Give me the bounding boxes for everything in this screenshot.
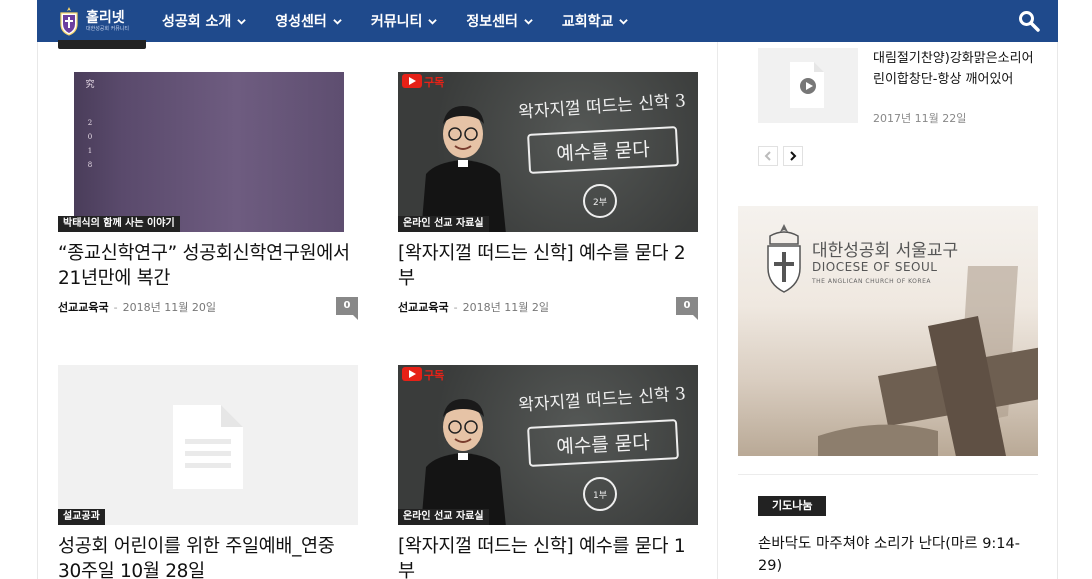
chalk-banner: 예수를 묻다 [527,419,679,467]
banner-title-korean: 대한성공회 서울교구 [812,241,959,261]
menu-item-label: 커뮤니티 [370,14,423,30]
chevron-down-icon [237,18,247,25]
sidebar-divider [738,474,1038,475]
meta-separator: - [113,300,118,314]
youtube-icon [402,74,422,88]
logo-name: 홀리넷 [86,9,125,26]
logo-subtitle: 대한성공회 커뮤니티 [86,25,129,32]
menu-item-about[interactable]: 성공회 소개 [162,0,259,42]
menu-item-label: 정보센터 [466,14,518,30]
post-date: 2018년 11월 20일 [122,301,216,314]
comment-count[interactable]: 0 [336,297,358,320]
category-badge[interactable]: 박태식의 함께 사는 이야기 [58,216,180,232]
play-icon [798,76,818,96]
book-cover-image [74,72,344,232]
post-author[interactable]: 선교교육국 [58,299,109,315]
content-sidebar-divider [717,42,718,579]
chevron-down-icon [428,18,438,25]
menu-item-label: 교회학교 [561,14,614,30]
church-shield-icon [60,7,78,36]
youtube-subscribe-label: 구독 [424,369,445,382]
prayer-post-title[interactable]: 손바닥도 마주쳐야 소리가 난다(마르 9:14-29) [758,533,1028,577]
page-edge-right [1057,42,1058,579]
menu-item-label: 영성센터 [275,14,327,30]
post-card: 설교공과 성공회 어린이를 위한 주일예배_연중 30주일 10월 28일 [58,365,358,579]
sidebar-recent-post: 대림절기찬양)강화맑은소리어린이합창단-항상 깨어있어 2017년 11월 22… [758,48,1038,128]
comment-count[interactable]: 0 [676,297,698,320]
book-spine-text: 究 2 0 1 8 [85,80,95,169]
category-badge[interactable]: 온라인 선교 자료실 [398,216,489,232]
post-author[interactable]: 선교교육국 [398,299,449,315]
next-page-button[interactable] [783,146,803,166]
chevron-down-icon [619,18,629,25]
post-meta: 선교교육국 - 2018년 11월 20일 0 [58,297,358,320]
top-navbar: 홀리넷 대한성공회 커뮤니티 성공회 소개 영성센터 커뮤니티 정보센터 교회학… [37,0,1058,42]
category-badge[interactable]: 온라인 선교 자료실 [398,509,489,525]
menu-item-label: 성공회 소개 [162,14,232,30]
sidebar-pager [758,146,808,166]
post-thumbnail[interactable]: 구독 왁자지껄 떠드는 신학 3 예수를 묻다 2부 온라인 선교 자료실 [398,72,698,232]
prev-page-button[interactable] [758,146,778,166]
chevron-left-icon [764,151,771,161]
post-meta: 선교교육국 - 2018년 11월 2일 0 [398,297,698,320]
menu-item-community[interactable]: 커뮤니티 [371,0,451,42]
meta-separator: - [453,300,458,314]
banner-title-english: DIOCESE OF SEOUL [812,260,938,274]
post-thumbnail[interactable]: 구독 왁자지껄 떠드는 신학 3 예수를 묻다 1부 온라인 선교 자료실 [398,365,698,525]
chalk-banner: 예수를 묻다 [527,126,679,174]
post-date: 2018년 11월 2일 [462,301,549,314]
presenter-image [421,106,506,232]
post-title[interactable]: [왁자지껄 떠드는 신학] 예수를 묻다 1부 [398,534,698,579]
post-title[interactable]: [왁자지껄 떠드는 신학] 예수를 묻다 2부 [398,241,698,291]
site-logo[interactable]: 홀리넷 대한성공회 커뮤니티 [58,0,158,42]
menu-item-info[interactable]: 정보센터 [466,0,546,42]
chalk-part-circle: 2부 [583,184,617,218]
menu-item-church-school[interactable]: 교회학교 [562,0,642,42]
menu-item-spirituality[interactable]: 영성센터 [275,0,355,42]
prayer-section-badge[interactable]: 기도나눔 [758,496,827,516]
presenter-image [421,399,506,525]
main-menu: 성공회 소개 영성센터 커뮤니티 정보센터 교회학교 [162,0,657,42]
chalk-part-circle: 1부 [583,477,617,511]
document-placeholder-icon [173,405,243,489]
post-card: 구독 왁자지껄 떠드는 신학 3 예수를 묻다 2부 온라인 선교 자료실 [왁… [398,72,698,320]
post-card: 究 2 0 1 8 박태식의 함께 사는 이야기 “종교신학연구” 성공회신학연… [58,72,358,320]
sidebar-post-date: 2017년 11월 22일 [873,112,967,125]
youtube-subscribe-label: 구독 [424,76,445,89]
post-thumbnail[interactable]: 究 2 0 1 8 박태식의 함께 사는 이야기 [58,72,358,232]
chevron-down-icon [333,18,342,25]
page-edge-left [37,42,38,579]
post-title[interactable]: 성공회 어린이를 위한 주일예배_연중 30주일 10월 28일 [58,534,358,579]
post-thumbnail[interactable]: 설교공과 [58,365,358,525]
sidebar-post-thumbnail[interactable] [758,48,858,123]
banner-subtitle-english: THE ANGLICAN CHURCH OF KOREA [812,278,931,285]
diocese-emblem-icon [767,224,801,293]
category-badge[interactable]: 설교공과 [58,509,105,525]
chevron-down-icon [524,18,533,25]
stone-cross-image [818,266,1038,456]
post-card: 구독 왁자지껄 떠드는 신학 3 예수를 묻다 1부 온라인 선교 자료실 [왁… [398,365,698,579]
search-icon[interactable] [1018,10,1040,32]
sidebar-post-title[interactable]: 대림절기찬양)강화맑은소리어린이합창단-항상 깨어있어 [873,48,1043,90]
chevron-right-icon [790,151,797,161]
youtube-icon [402,367,422,381]
post-title[interactable]: “종교신학연구” 성공회신학연구원에서 21년만에 복간 [58,241,358,291]
diocese-banner[interactable]: 대한성공회 서울교구 DIOCESE OF SEOUL THE ANGLICAN… [738,206,1038,456]
section-tab-partial [58,40,146,49]
